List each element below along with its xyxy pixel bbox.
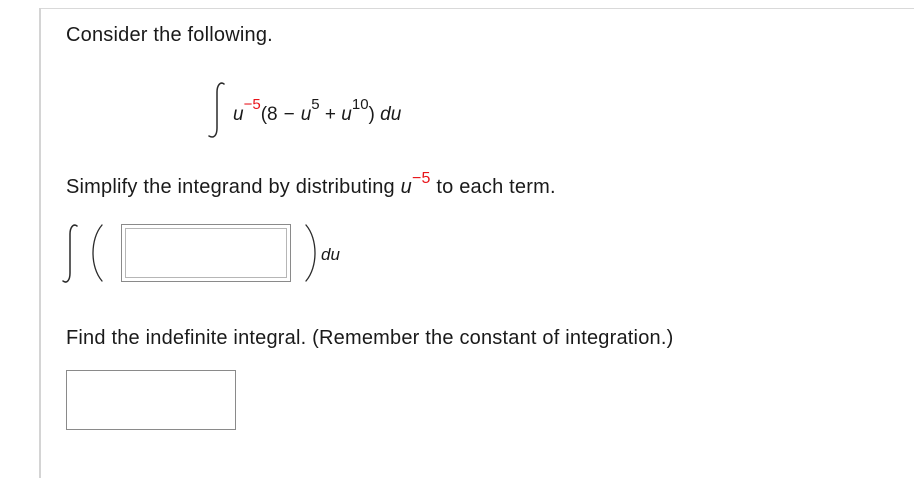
var-u-1: u <box>233 104 244 125</box>
simplify-prompt: Simplify the integrand by distributing u… <box>66 170 556 201</box>
simplify-exponent: −5 <box>411 170 431 187</box>
answer-du-label: du <box>321 245 340 264</box>
minus-sign: − <box>283 104 295 125</box>
consider-prompt: Consider the following. <box>66 24 273 46</box>
open-paren-8: (8 <box>260 104 278 125</box>
plus-sign: + <box>319 104 342 125</box>
top-divider <box>40 8 914 9</box>
differential-du: du <box>380 104 402 125</box>
integral-expression: u−5(8− u5 + u10) du <box>205 80 525 140</box>
var-u-3: u <box>341 104 352 125</box>
left-divider <box>39 8 41 478</box>
exponent-5: 5 <box>311 96 320 113</box>
simplify-text-before: Simplify the integrand by distributing <box>66 176 401 198</box>
integrand: u−5(8− u5 + u10) du <box>233 96 402 127</box>
right-paren-icon <box>305 224 316 282</box>
left-paren-icon <box>92 224 103 282</box>
find-integral-prompt: Find the indefinite integral. (Remember … <box>66 327 674 349</box>
simplify-var-u: u <box>400 176 412 198</box>
simplify-text-after: to each term. <box>430 176 556 198</box>
integrand-answer-input-inner[interactable] <box>125 228 287 278</box>
integral-sign-icon <box>208 82 225 138</box>
close-paren: ) <box>368 104 375 125</box>
integral-sign-icon-2 <box>62 224 78 283</box>
integrand-answer-input[interactable] <box>121 224 291 282</box>
integrand-answer-row: du <box>60 215 380 291</box>
exponent-10: 10 <box>351 96 369 113</box>
var-u-2: u <box>300 104 312 125</box>
integral-answer-input[interactable] <box>66 370 236 430</box>
exponent-neg5: −5 <box>243 96 261 113</box>
